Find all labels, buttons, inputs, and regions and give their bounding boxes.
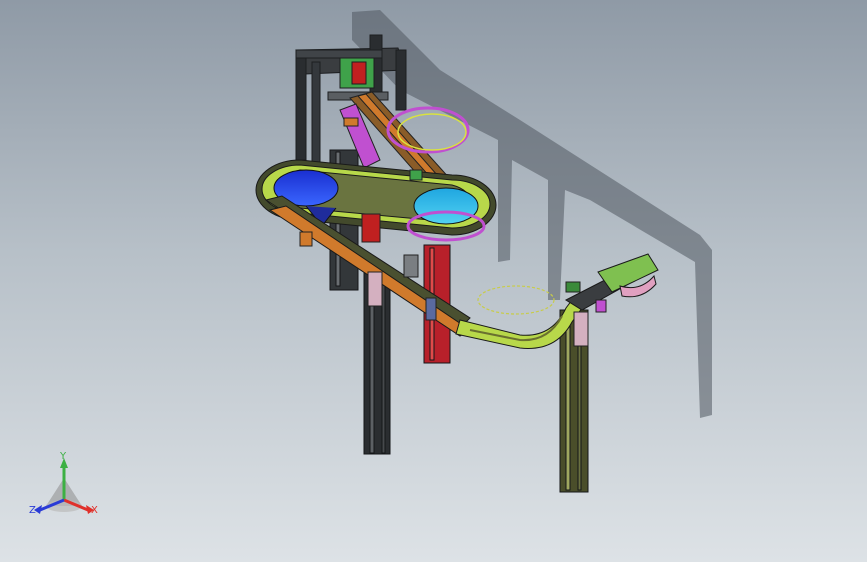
cad-viewport[interactable]: Y X Z: [0, 0, 867, 562]
conveyor-assembly-model[interactable]: [0, 0, 867, 562]
z-axis-label: Z: [29, 505, 36, 516]
x-axis-label: X: [91, 505, 98, 516]
y-axis-label: Y: [60, 451, 67, 462]
